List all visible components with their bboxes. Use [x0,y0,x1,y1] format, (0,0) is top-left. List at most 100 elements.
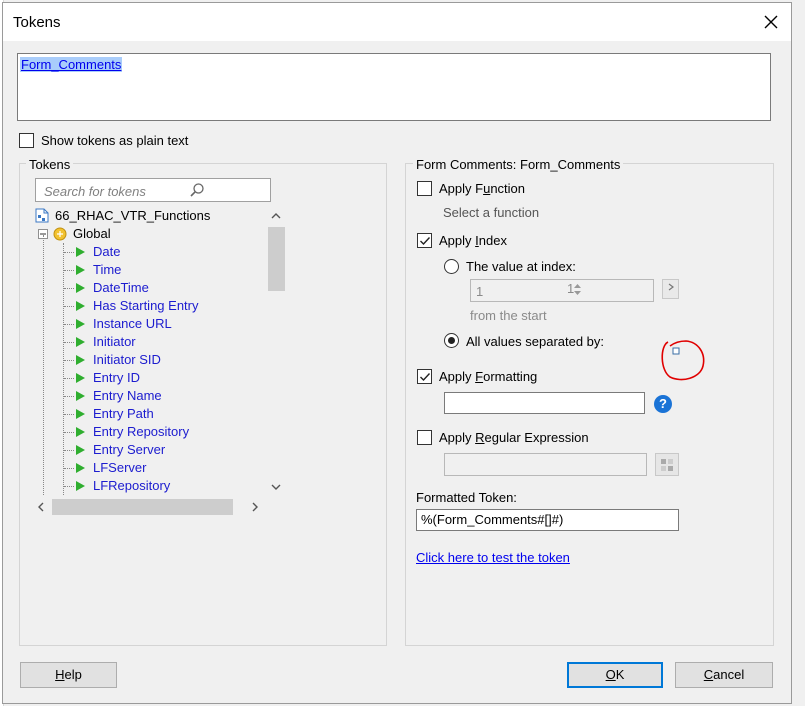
help-icon[interactable]: ? [654,395,672,413]
regex-builder-icon [661,459,673,471]
select-function-placeholder[interactable]: Select a function [443,205,539,220]
tree-item-label: Initiator SID [93,352,161,367]
apply-regex-checkbox[interactable] [417,430,432,445]
token-arrow-icon [76,481,85,491]
tree-item-label: Has Starting Entry [93,298,199,313]
tree-connector [64,396,74,397]
token-arrow-icon [76,265,85,275]
value-at-index-label: The value at index: [466,259,576,274]
close-icon [764,15,778,29]
tree-horizontal-scrollbar[interactable] [33,497,267,517]
token-arrow-icon [76,337,85,347]
tree-item-label: LFServer [93,460,147,475]
tree-connector [64,468,74,469]
tree-root-label: 66_RHAC_VTR_Functions [55,208,211,223]
options-group-title: Form Comments: Form_Comments [413,157,624,172]
apply-formatting-label: Apply Formatting [439,369,538,384]
tree-vertical-scrollbar[interactable] [267,207,286,497]
apply-index-checkbox[interactable] [417,233,432,248]
token-arrow-icon [76,373,85,383]
tree-item-label: Entry Repository [93,424,190,439]
token-arrow-icon [76,355,85,365]
token-chip[interactable]: Form_Comments [20,57,123,72]
token-expression-box[interactable]: Form_Comments [17,53,771,121]
tree-item-label: Entry ID [93,370,140,385]
test-token-link[interactable]: Click here to test the token [416,550,570,565]
tree-item-label: LFRepository [93,478,171,493]
value-at-index-radio[interactable] [444,259,459,274]
tree-item-label: Entry Path [93,406,154,421]
apply-function-checkbox[interactable] [417,181,432,196]
cancel-button[interactable]: Cancel [675,662,773,688]
tree-item-label: Date [93,244,121,259]
tree-item-label: Entry Server [93,442,166,457]
dialog-title: Tokens [13,14,61,31]
index-value: 1 [476,284,484,299]
apply-index-label: Apply Index [439,233,507,248]
token-arrow-icon [76,283,85,293]
all-values-label: All values separated by: [466,334,605,349]
annotation-circle [661,340,705,381]
global-token-icon [53,227,67,241]
tree-connector [64,324,74,325]
search-input[interactable]: Search for tokens [35,178,271,202]
title-bar: Tokens [3,3,791,41]
tree-connector [64,288,74,289]
workflow-icon [35,208,49,223]
token-arrow-icon [76,409,85,419]
tree-guide-line [43,235,44,495]
regex-input[interactable] [444,453,647,476]
scroll-up-icon[interactable] [271,212,281,220]
apply-regex-label: Apply Regular Expression [439,430,589,445]
index-value-input[interactable]: 1 1 [470,279,654,302]
token-arrow-icon [76,301,85,311]
tree-item-label: DateTime [93,280,149,295]
tree-guide-line [63,243,64,495]
stepper-arrows-icon[interactable] [573,282,582,297]
apply-formatting-checkbox[interactable] [417,369,432,384]
search-placeholder: Search for tokens [44,184,146,199]
vertical-scroll-thumb[interactable] [268,227,285,291]
tree-item-label: Instance URL [93,316,172,331]
show-plain-text-checkbox[interactable] [19,133,34,148]
show-plain-text-label: Show tokens as plain text [41,133,189,148]
formatting-input[interactable] [444,392,645,414]
tree-item-label: Time [93,262,122,277]
tree-connector [64,306,74,307]
horizontal-scroll-thumb[interactable] [52,499,233,515]
chevron-right-icon [668,283,674,291]
help-button[interactable]: Help [20,662,117,688]
tree-connector [64,342,74,343]
checkmark-icon [420,373,431,382]
ok-button[interactable]: OK [567,662,663,688]
token-arrow-icon [76,445,85,455]
formatted-token-field[interactable]: %(Form_Comments#[]#) [416,509,679,531]
regex-builder-button[interactable] [655,453,679,476]
apply-function-label: Apply Function [439,181,526,196]
scroll-left-icon[interactable] [37,502,45,512]
scroll-down-icon[interactable] [271,483,281,491]
tree-connector [64,378,74,379]
tree-connector [64,432,74,433]
tree-connector [64,414,74,415]
tree-connector [64,270,74,271]
close-button[interactable] [759,11,783,33]
tree-item-label: Initiator [93,334,136,349]
index-next-button[interactable] [662,279,679,299]
token-arrow-icon [76,391,85,401]
token-arrow-icon [76,427,85,437]
token-tree[interactable]: 66_RHAC_VTR_Functions Global Date Time Dat… [33,207,267,495]
all-values-radio[interactable] [444,333,459,348]
tokens-group-title: Tokens [26,157,74,172]
tree-connector [64,360,74,361]
formatted-token-label: Formatted Token: [416,490,517,505]
token-arrow-icon [76,463,85,473]
from-start-text: from the start [470,308,547,323]
token-arrow-icon [76,319,85,329]
tree-connector [64,252,74,253]
scroll-right-icon[interactable] [251,502,259,512]
tree-group-label: Global [73,226,111,241]
tree-connector [64,450,74,451]
search-icon[interactable] [189,182,205,198]
tree-item-label: Entry Name [93,388,162,403]
